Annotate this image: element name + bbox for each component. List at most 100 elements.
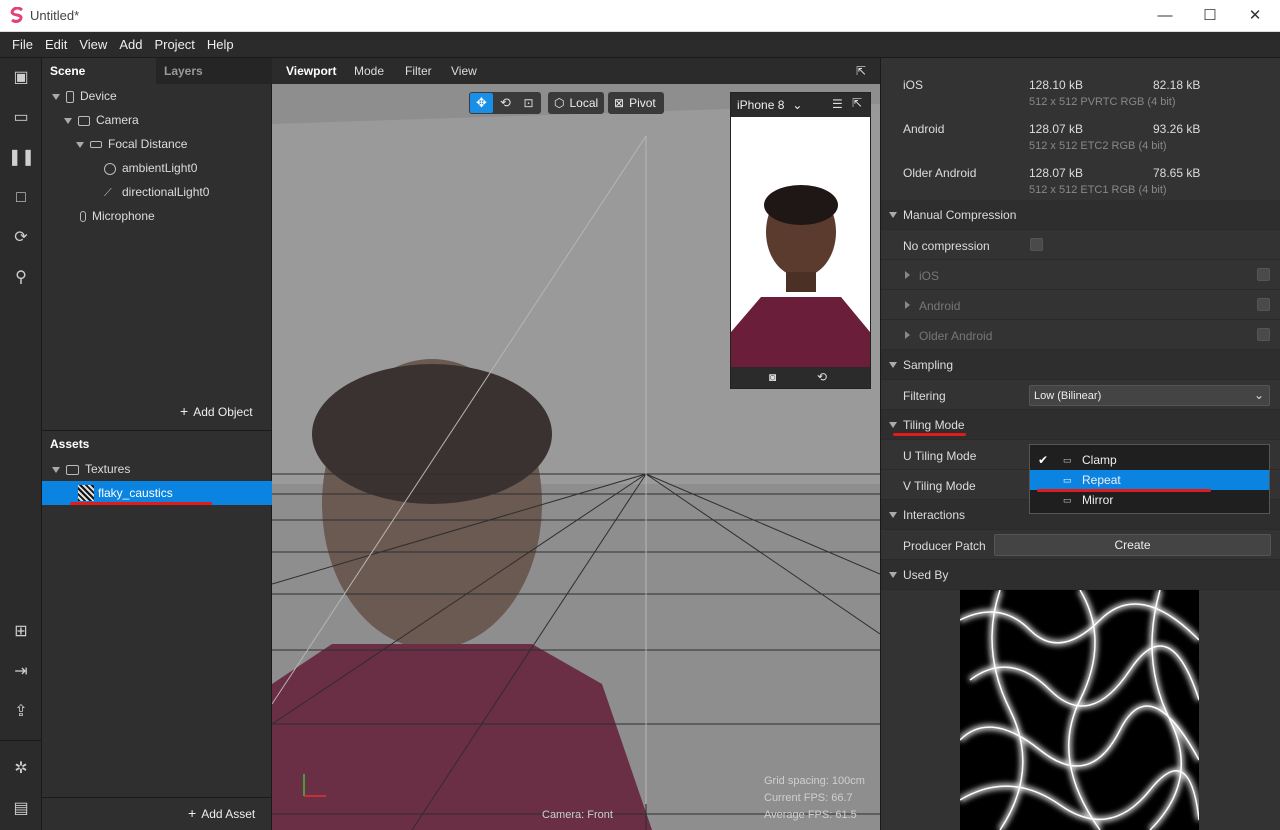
flip-camera-icon[interactable]: ◙ — [769, 370, 776, 384]
option-mirror[interactable]: ▭ Mirror — [1030, 490, 1269, 510]
move-tool-icon[interactable]: ✥ — [470, 93, 493, 113]
transform-toolbar: ✥ ⟲ ⊡ — [469, 92, 541, 114]
tab-layers[interactable]: Layers — [156, 58, 272, 84]
viewport[interactable]: Viewport Mode Filter View ⇱ ✥ ⟲ ⊡ ⬡ Loca… — [272, 58, 880, 830]
tree-item-camera[interactable]: Camera — [64, 108, 139, 132]
menu-add[interactable]: Add — [113, 32, 148, 58]
bug-icon[interactable]: ✲ — [8, 756, 34, 782]
section-title: Interactions — [903, 508, 966, 522]
device-select[interactable]: iPhone 8 ⌄ — [737, 98, 802, 112]
v-tiling-label: V Tiling Mode — [903, 479, 976, 493]
local-toggle[interactable]: ⬡ Local — [548, 92, 604, 114]
app-logo-icon — [10, 6, 24, 23]
section-sampling[interactable]: Sampling — [881, 350, 1280, 380]
expand-icon[interactable] — [52, 466, 60, 473]
compression-older-android-row[interactable]: Older Android — [881, 320, 1280, 350]
directional-light-icon: ⟋ — [104, 186, 112, 199]
microphone-icon — [80, 211, 86, 223]
expand-icon[interactable] — [52, 93, 60, 100]
pivot-toggle[interactable]: ⊠ Pivot — [608, 92, 664, 114]
average-fps-text: Average FPS: 61.5 — [764, 809, 857, 821]
section-used-by[interactable]: Used By — [881, 560, 1280, 590]
plus-icon: + — [180, 403, 189, 419]
close-button[interactable]: ✕ — [1235, 4, 1275, 28]
u-tiling-label: U Tiling Mode — [903, 449, 977, 463]
local-label: Local — [569, 96, 599, 110]
minimize-button[interactable]: — — [1145, 4, 1185, 28]
section-title: Tiling Mode — [903, 418, 965, 432]
tree-label: Microphone — [92, 209, 155, 223]
format-text: 512 x 512 ETC1 RGB (4 bit) — [1029, 184, 1167, 196]
layout-icon[interactable]: ▣ — [8, 65, 34, 91]
tree-label: Device — [80, 89, 117, 103]
rotate-tool-icon[interactable]: ⟲ — [494, 93, 517, 113]
divider — [0, 740, 41, 741]
tree-item-microphone[interactable]: Microphone — [80, 204, 155, 228]
globe-icon — [104, 162, 116, 175]
menu-filter[interactable]: Filter — [405, 58, 432, 84]
maximize-button[interactable]: ☐ — [1190, 4, 1230, 28]
menu-icon[interactable]: ☰ — [832, 97, 843, 111]
menu-help[interactable]: Help — [201, 32, 240, 58]
assets-panel: Assets Textures flaky_caustics + Add Asse… — [42, 430, 272, 830]
send-to-device-icon[interactable]: ⇥ — [8, 659, 34, 685]
add-asset-button[interactable]: + Add Asset — [188, 805, 255, 821]
tiling-icon: ▭ — [1063, 455, 1072, 465]
tab-viewport[interactable]: Viewport — [286, 58, 336, 84]
filtering-select[interactable]: Low (Bilinear) ⌄ — [1029, 385, 1270, 406]
folder-textures[interactable]: Textures — [52, 457, 130, 481]
scale-tool-icon[interactable]: ⊡ — [517, 93, 540, 113]
video-icon[interactable]: ▭ — [8, 105, 34, 131]
book-icon[interactable]: ▤ — [8, 796, 34, 822]
tree-item-directional-light[interactable]: ⟋ directionalLight0 — [104, 180, 209, 204]
tab-scene[interactable]: Scene — [42, 58, 156, 84]
search-icon[interactable]: ⚲ — [8, 265, 34, 291]
compression-older-android-checkbox[interactable] — [1257, 328, 1270, 341]
menu-view[interactable]: View — [451, 58, 477, 84]
menu-bar: File Edit View Add Project Help — [0, 32, 1280, 58]
option-label: Mirror — [1082, 493, 1114, 507]
folder-icon — [66, 464, 79, 475]
add-asset-label: Add Asset — [201, 807, 256, 821]
compression-ios-row[interactable]: iOS — [881, 260, 1280, 290]
current-fps-text: Current FPS: 66.7 — [764, 792, 853, 804]
compression-ios-checkbox[interactable] — [1257, 268, 1270, 281]
no-compression-checkbox[interactable] — [1030, 238, 1043, 251]
menu-view[interactable]: View — [73, 32, 113, 58]
platform-name: Older Android — [903, 166, 977, 180]
upload-icon[interactable]: ⇪ — [8, 699, 34, 725]
option-clamp[interactable]: ✔ ▭ Clamp — [1030, 450, 1269, 470]
stop-icon[interactable]: □ — [8, 185, 34, 211]
divider — [42, 797, 272, 798]
option-label: Clamp — [1082, 453, 1117, 467]
pop-out-icon[interactable]: ⇱ — [856, 58, 866, 84]
assets-title: Assets — [50, 437, 90, 451]
grid-spacing-text: Grid spacing: 100cm — [764, 775, 865, 787]
expand-icon[interactable] — [76, 141, 84, 148]
add-folder-icon[interactable]: ⊞ — [8, 619, 34, 645]
section-title: Sampling — [903, 358, 954, 372]
option-repeat[interactable]: ▭ Repeat — [1030, 470, 1269, 490]
compression-android-checkbox[interactable] — [1257, 298, 1270, 311]
format-text: 512 x 512 ETC2 RGB (4 bit) — [1029, 140, 1167, 152]
tree-item-ambient-light[interactable]: ambientLight0 — [104, 156, 197, 180]
refresh-icon[interactable]: ⟳ — [8, 225, 34, 251]
compression-android-row[interactable]: Android — [881, 290, 1280, 320]
checkmark-icon: ✔ — [1038, 453, 1049, 467]
menu-project[interactable]: Project — [148, 32, 200, 58]
expand-icon — [905, 271, 910, 279]
create-button[interactable]: Create — [994, 534, 1271, 556]
menu-edit[interactable]: Edit — [39, 32, 73, 58]
tree-item-device[interactable]: Device — [52, 84, 117, 108]
tiling-icon: ▭ — [1063, 495, 1072, 505]
menu-mode[interactable]: Mode — [354, 58, 384, 84]
scene-panel: Scene Layers Device Camera Focal Distanc… — [42, 58, 272, 430]
tree-item-focal-distance[interactable]: Focal Distance — [76, 132, 187, 156]
section-manual-compression[interactable]: Manual Compression — [881, 200, 1280, 230]
pop-out-icon[interactable]: ⇱ — [852, 96, 862, 110]
add-object-button[interactable]: + Add Object — [180, 403, 253, 419]
rotate-device-icon[interactable]: ⟲ — [817, 370, 827, 384]
expand-icon[interactable] — [64, 117, 72, 124]
menu-file[interactable]: File — [6, 32, 39, 58]
pause-icon[interactable]: ❚❚ — [8, 145, 35, 171]
